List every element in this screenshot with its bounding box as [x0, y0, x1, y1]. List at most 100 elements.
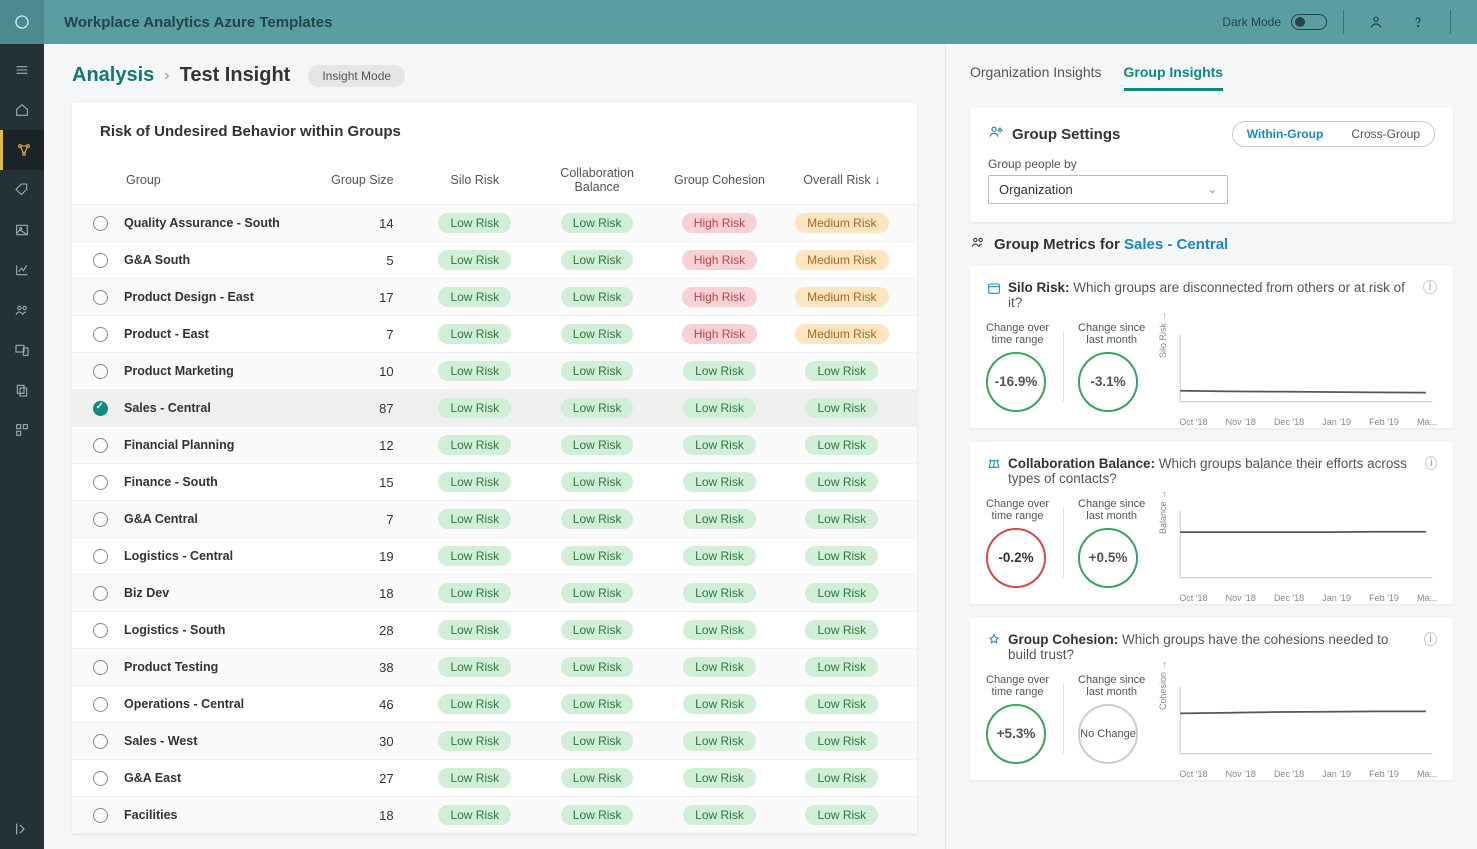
col-cohesion[interactable]: Group Cohesion	[658, 173, 780, 187]
table-row[interactable]: Product Marketing 10 Low Risk Low Risk L…	[72, 353, 917, 390]
row-radio[interactable]	[93, 586, 108, 601]
overall-risk-badge: Medium Risk	[795, 250, 888, 270]
app-logo-icon	[0, 0, 44, 44]
nav-tag-icon[interactable]	[0, 170, 44, 210]
metric-card-collab: Collaboration Balance: Which groups bala…	[970, 442, 1453, 604]
col-size[interactable]: Group Size	[316, 173, 414, 187]
info-icon[interactable]: i	[1424, 632, 1437, 646]
nav-network-icon[interactable]	[0, 130, 44, 170]
overall-risk-badge: Low Risk	[805, 694, 878, 714]
row-radio[interactable]	[93, 697, 108, 712]
silo-risk-badge: Low Risk	[438, 250, 511, 270]
table-row[interactable]: Quality Assurance - South 14 Low Risk Lo…	[72, 205, 917, 242]
collab-balance-badge: Low Risk	[561, 213, 634, 233]
row-radio[interactable]	[93, 475, 108, 490]
main-pane: Analysis › Test Insight Insight Mode Ris…	[44, 44, 945, 849]
col-collab[interactable]: Collaboration Balance	[536, 166, 658, 194]
info-icon[interactable]: i	[1423, 280, 1437, 294]
tab-group-insights[interactable]: Group Insights	[1124, 64, 1224, 91]
row-radio[interactable]	[93, 660, 108, 675]
nav-copy-icon[interactable]	[0, 370, 44, 410]
nav-people-icon[interactable]	[0, 290, 44, 330]
group-by-select[interactable]: Organization ⌄	[988, 175, 1228, 204]
table-row[interactable]: G&A East 27 Low Risk Low Risk Low Risk L…	[72, 760, 917, 797]
row-radio[interactable]	[93, 771, 108, 786]
row-radio[interactable]	[93, 549, 108, 564]
group-cohesion-badge: High Risk	[682, 324, 757, 344]
seg-within-group[interactable]: Within-Group	[1233, 122, 1338, 146]
row-radio[interactable]	[93, 401, 108, 416]
row-radio[interactable]	[93, 512, 108, 527]
user-icon[interactable]	[1360, 6, 1392, 38]
overall-risk-badge: Low Risk	[805, 583, 878, 603]
app-title: Workplace Analytics Azure Templates	[44, 14, 1222, 31]
row-radio[interactable]	[93, 253, 108, 268]
table-row[interactable]: G&A South 5 Low Risk Low Risk High Risk …	[72, 242, 917, 279]
collab-balance-badge: Low Risk	[561, 398, 634, 418]
risk-table: Group Group Size Silo Risk Collaboration…	[72, 158, 917, 834]
table-row[interactable]: Logistics - Central 19 Low Risk Low Risk…	[72, 538, 917, 575]
change-month-ring: -3.1%	[1078, 352, 1138, 412]
col-overall[interactable]: Overall Risk ↓	[781, 173, 903, 187]
row-radio[interactable]	[93, 623, 108, 638]
mode-pill[interactable]: Insight Mode	[308, 65, 405, 87]
row-group-size: 7	[316, 512, 414, 527]
row-radio[interactable]	[93, 216, 108, 231]
silo-risk-badge: Low Risk	[438, 472, 511, 492]
col-silo[interactable]: Silo Risk	[414, 173, 536, 187]
nav-image-icon[interactable]	[0, 210, 44, 250]
nav-menu-icon[interactable]	[0, 50, 44, 90]
change-range-ring: -16.9%	[986, 352, 1046, 412]
row-radio[interactable]	[93, 290, 108, 305]
people-settings-icon	[988, 124, 1004, 144]
table-row[interactable]: Finance - South 15 Low Risk Low Risk Low…	[72, 464, 917, 501]
table-row[interactable]: Sales - Central 87 Low Risk Low Risk Low…	[72, 390, 917, 427]
silo-risk-badge: Low Risk	[438, 768, 511, 788]
table-title: Risk of Undesired Behavior within Groups	[72, 123, 917, 158]
row-radio[interactable]	[93, 438, 108, 453]
group-scope-segmented[interactable]: Within-Group Cross-Group	[1232, 121, 1435, 147]
row-radio[interactable]	[93, 364, 108, 379]
table-row[interactable]: Product Design - East 17 Low Risk Low Ri…	[72, 279, 917, 316]
collab-balance-badge: Low Risk	[561, 361, 634, 381]
help-icon[interactable]	[1402, 6, 1434, 38]
col-group[interactable]: Group	[120, 173, 316, 187]
collab-balance-badge: Low Risk	[561, 324, 634, 344]
row-radio[interactable]	[93, 808, 108, 823]
breadcrumb-root[interactable]: Analysis	[72, 64, 154, 87]
nav-expand-icon[interactable]	[0, 809, 44, 849]
row-group-name: Finance - South	[120, 475, 316, 489]
overall-risk-badge: Medium Risk	[795, 324, 888, 344]
tab-org-insights[interactable]: Organization Insights	[970, 64, 1102, 91]
info-icon[interactable]: i	[1425, 456, 1437, 470]
table-row[interactable]: Product - East 7 Low Risk Low Risk High …	[72, 316, 917, 353]
table-row[interactable]: G&A Central 7 Low Risk Low Risk Low Risk…	[72, 501, 917, 538]
silo-risk-badge: Low Risk	[438, 287, 511, 307]
row-group-size: 38	[316, 660, 414, 675]
table-row[interactable]: Sales - West 30 Low Risk Low Risk Low Ri…	[72, 723, 917, 760]
seg-cross-group[interactable]: Cross-Group	[1337, 122, 1434, 146]
row-group-size: 12	[316, 438, 414, 453]
row-group-name: G&A East	[120, 771, 316, 785]
table-row[interactable]: Financial Planning 12 Low Risk Low Risk …	[72, 427, 917, 464]
row-radio[interactable]	[93, 734, 108, 749]
table-row[interactable]: Product Testing 38 Low Risk Low Risk Low…	[72, 649, 917, 686]
silo-risk-badge: Low Risk	[438, 361, 511, 381]
table-row[interactable]: Facilities 18 Low Risk Low Risk Low Risk…	[72, 797, 917, 834]
metric-card-silo: Silo Risk: Which groups are disconnected…	[970, 266, 1453, 428]
row-group-size: 28	[316, 623, 414, 638]
dark-mode-toggle[interactable]	[1291, 14, 1327, 30]
nav-home-icon[interactable]	[0, 90, 44, 130]
table-row[interactable]: Operations - Central 46 Low Risk Low Ris…	[72, 686, 917, 723]
nav-apps-icon[interactable]	[0, 410, 44, 450]
collab-balance-badge: Low Risk	[561, 768, 634, 788]
nav-devices-icon[interactable]	[0, 330, 44, 370]
row-radio[interactable]	[93, 327, 108, 342]
silo-risk-badge: Low Risk	[438, 398, 511, 418]
table-header: Group Group Size Silo Risk Collaboration…	[72, 158, 917, 205]
nav-chart-icon[interactable]	[0, 250, 44, 290]
collab-balance-badge: Low Risk	[561, 731, 634, 751]
metric-sparkline: Silo Risk → Oct '18Nov '18Dec '18Jan '19…	[1165, 322, 1437, 412]
table-row[interactable]: Biz Dev 18 Low Risk Low Risk Low Risk Lo…	[72, 575, 917, 612]
table-row[interactable]: Logistics - South 28 Low Risk Low Risk L…	[72, 612, 917, 649]
